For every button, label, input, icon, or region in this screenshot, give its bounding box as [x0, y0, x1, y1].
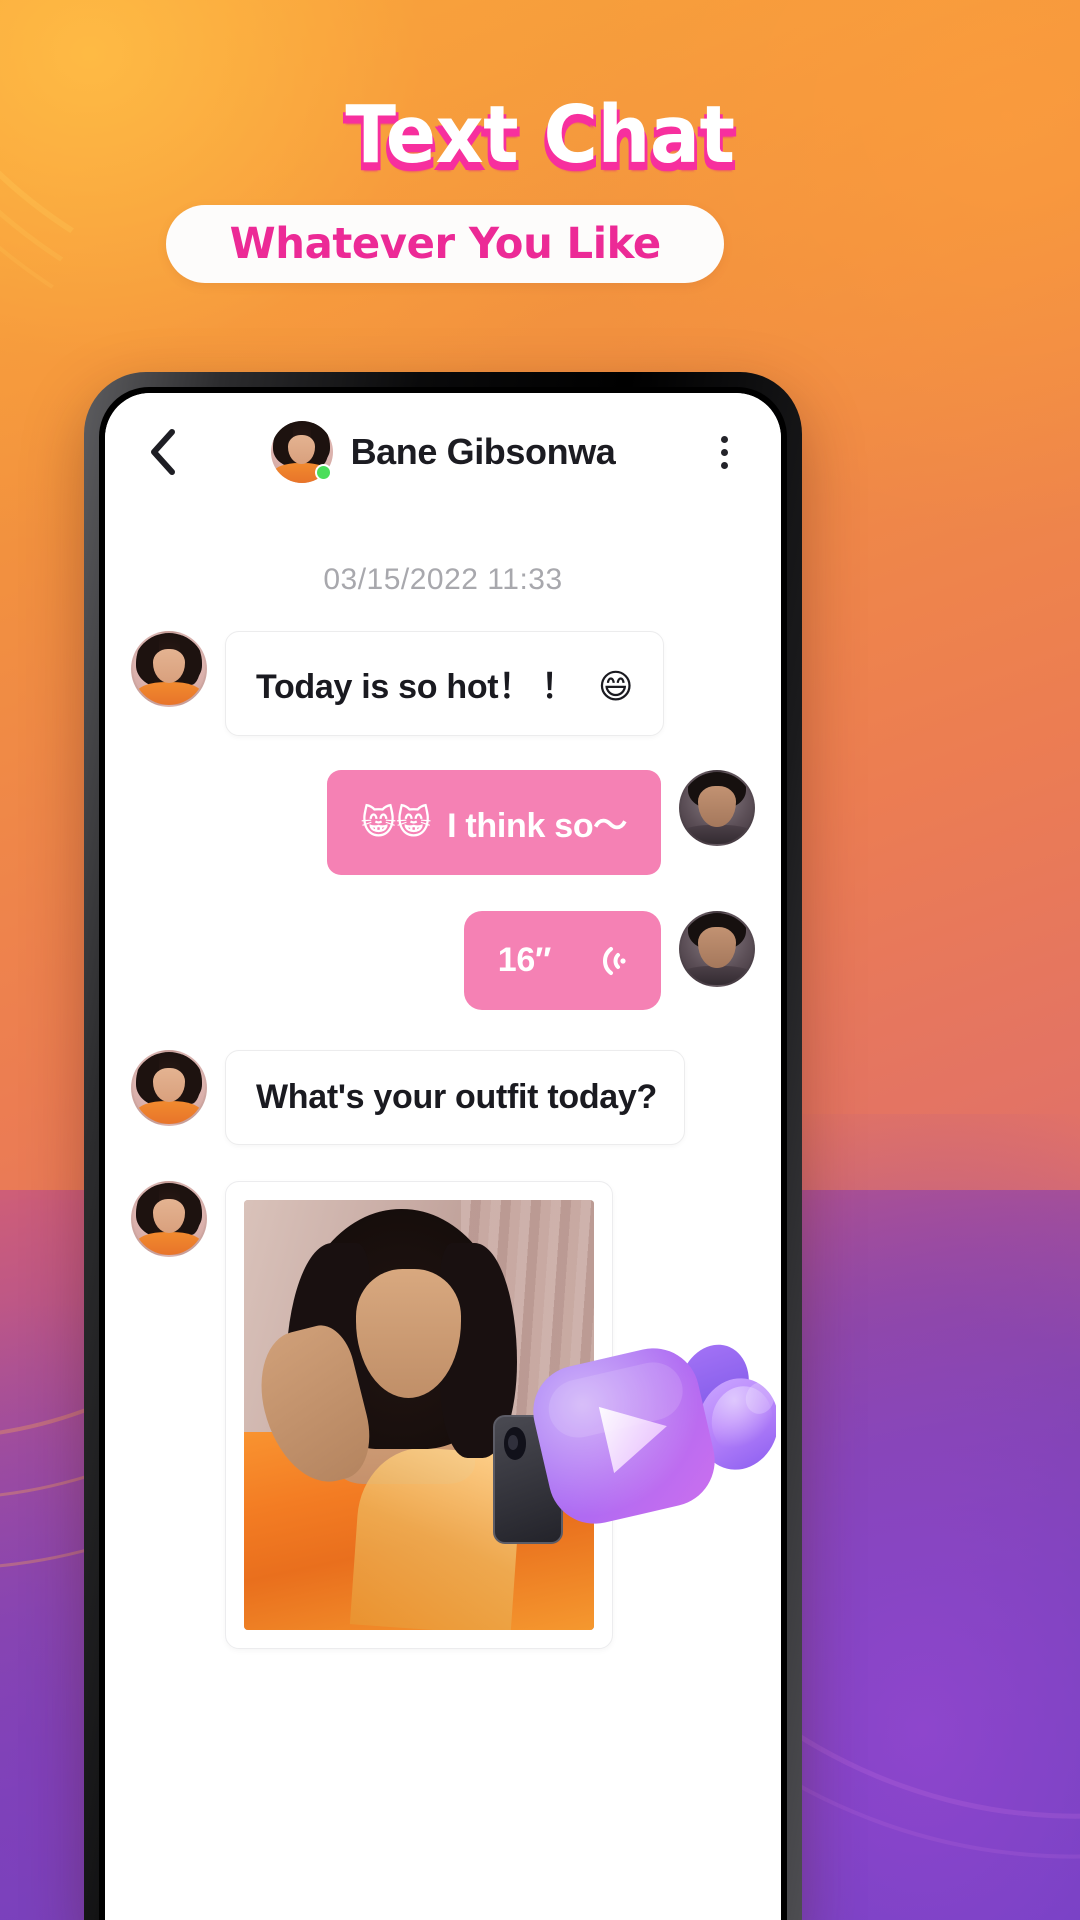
message-text: I think so～ [447, 807, 627, 845]
image-message-bubble[interactable] [225, 1181, 613, 1649]
phone-inner-bezel: Bane Gibsonwa 03/15/2022 11:33 Today is … [99, 387, 787, 1920]
promo-subtitle: Whatever You Like [229, 219, 661, 269]
message-row: 16″ [131, 911, 755, 1010]
phone-mockup: Bane Gibsonwa 03/15/2022 11:33 Today is … [84, 372, 802, 1920]
female-avatar [131, 631, 207, 707]
chat-message-list[interactable]: 03/15/2022 11:33 Today is so hot！ ！ 😄 😸😸… [105, 511, 781, 1920]
message-avatar[interactable] [131, 1181, 207, 1257]
female-avatar [270, 421, 333, 483]
phone-frame: Bane Gibsonwa 03/15/2022 11:33 Today is … [84, 372, 802, 1920]
chat-header: Bane Gibsonwa [105, 393, 781, 511]
promo-title: Text Chat [345, 89, 735, 181]
message-text: Today is so hot！ ！ [256, 668, 575, 706]
male-avatar [679, 911, 755, 987]
more-vertical-icon-dot [720, 435, 728, 443]
message-avatar[interactable] [131, 1050, 207, 1126]
phone-screen: Bane Gibsonwa 03/15/2022 11:33 Today is … [105, 393, 781, 1920]
more-vertical-icon-dot [720, 448, 728, 456]
voice-duration: 16″ [497, 941, 552, 979]
promo-headline: Text Chat [0, 96, 1080, 175]
voice-message-bubble[interactable]: 16″ [463, 911, 661, 1010]
message-emoji: 😄 [598, 667, 634, 707]
message-row: 😸😸 I think so～ [131, 770, 755, 875]
online-status-dot [314, 464, 332, 481]
message-avatar[interactable] [679, 911, 755, 987]
message-avatar[interactable] [131, 631, 207, 707]
more-options-button[interactable] [697, 425, 751, 479]
message-row: Today is so hot！ ！ 😄 [131, 631, 755, 736]
message-row: What's your outfit today? [131, 1050, 755, 1145]
incoming-message-bubble[interactable]: Today is so hot！ ！ 😄 [225, 631, 665, 736]
female-avatar [131, 1050, 207, 1126]
outgoing-message-bubble[interactable]: 😸😸 I think so～ [326, 770, 661, 875]
message-emoji: 😸😸 [360, 802, 432, 843]
back-button[interactable] [135, 425, 189, 479]
chevron-left-icon [151, 429, 175, 475]
contact-name: Bane Gibsonwa [350, 431, 616, 472]
message-timestamp: 03/15/2022 11:33 [323, 563, 563, 596]
message-row [131, 1181, 755, 1649]
female-avatar [131, 1181, 207, 1257]
incoming-message-bubble[interactable]: What's your outfit today? [225, 1050, 685, 1145]
sound-wave-icon [587, 944, 627, 978]
chat-header-center: Bane Gibsonwa [105, 393, 781, 511]
selfie-photo[interactable] [244, 1200, 594, 1630]
promo-subtitle-pill: Whatever You Like [166, 205, 724, 283]
more-vertical-icon-dot [720, 461, 728, 469]
contact-avatar[interactable] [270, 421, 333, 483]
message-avatar[interactable] [679, 770, 755, 846]
male-avatar [679, 770, 755, 846]
